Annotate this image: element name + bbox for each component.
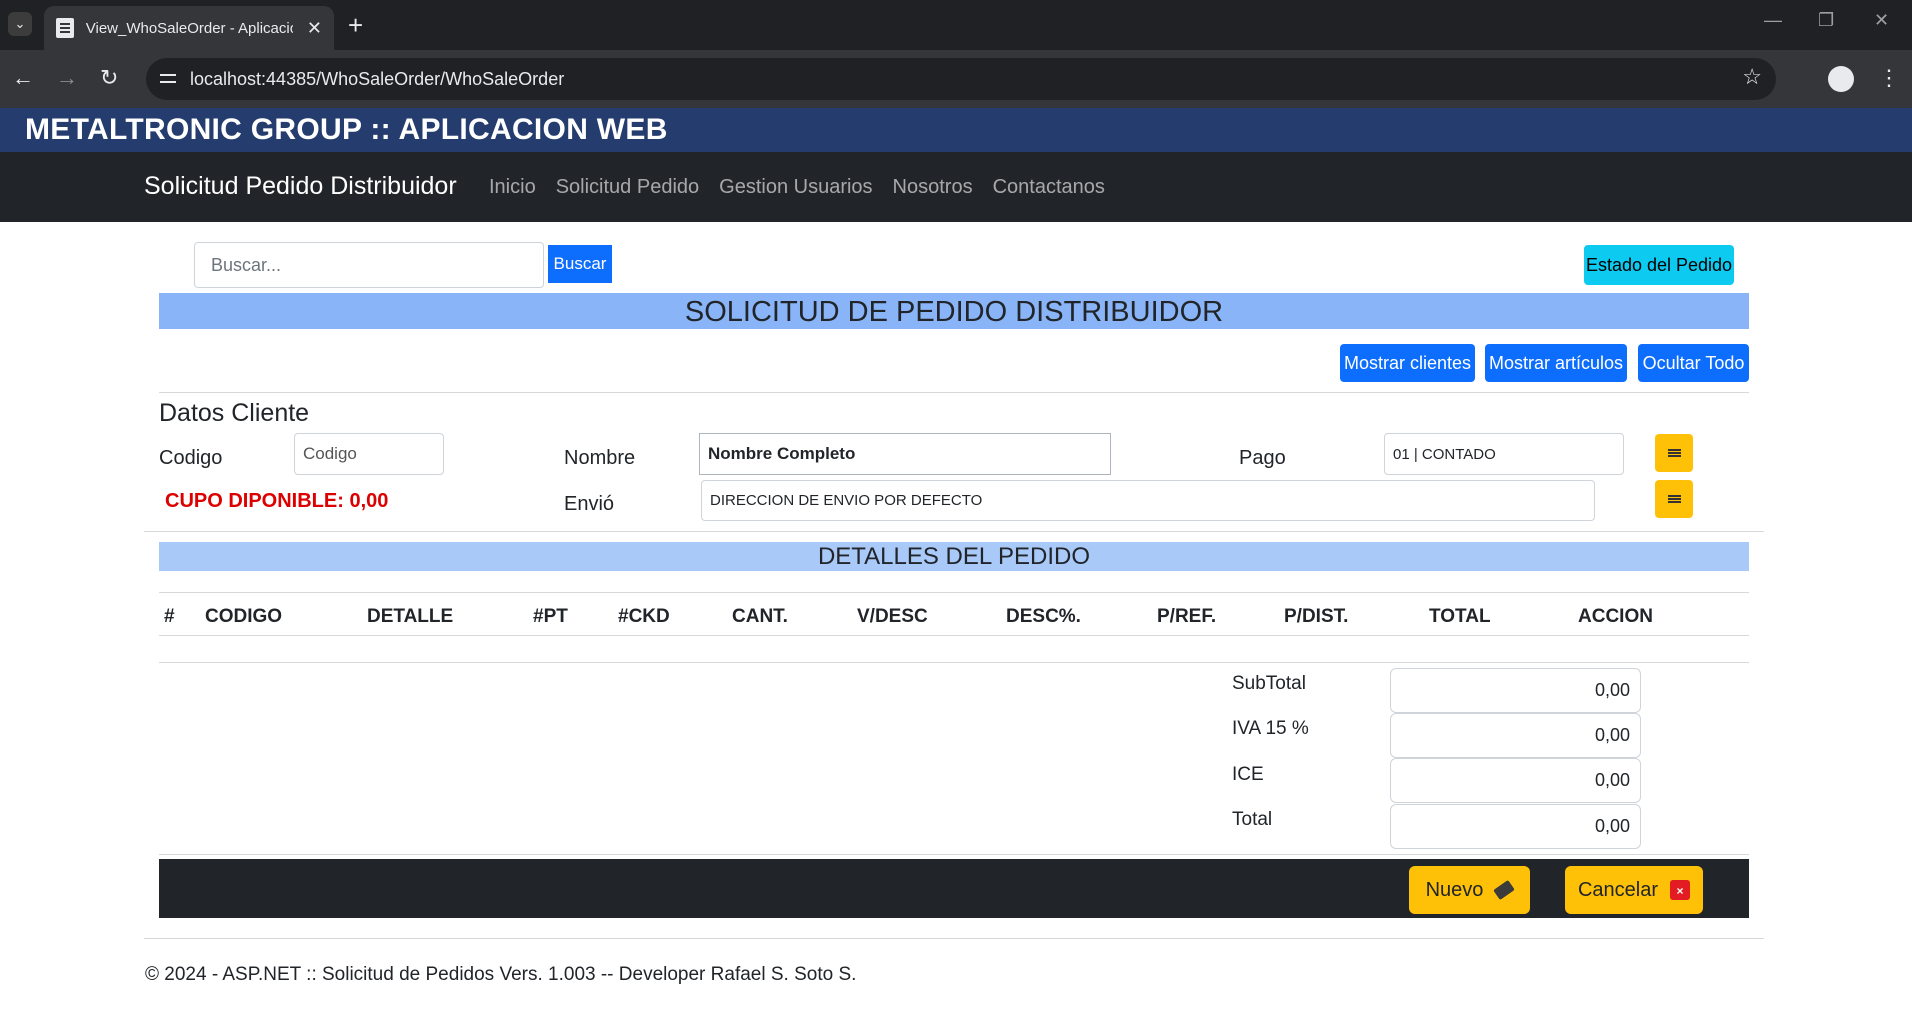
table-icon xyxy=(1667,448,1681,458)
brand-bar: METALTRONIC GROUP :: APLICACION WEB xyxy=(0,108,1912,152)
subtotal-label: SubTotal xyxy=(1232,673,1306,694)
iva-label: IVA 15 % xyxy=(1232,718,1309,739)
address-bar[interactable]: localhost:44385/WhoSaleOrder/WhoSaleOrde… xyxy=(146,58,1776,100)
hide-all-button[interactable]: Ocultar Todo xyxy=(1638,344,1749,382)
payment-label: Pago xyxy=(1239,447,1286,469)
nav-link-inicio[interactable]: Inicio xyxy=(489,176,536,199)
nav-link-nosotros[interactable]: Nosotros xyxy=(893,176,973,199)
payment-field[interactable] xyxy=(1384,433,1624,475)
arrow-right-icon[interactable]: → xyxy=(56,65,78,91)
account-icon[interactable] xyxy=(1828,66,1854,92)
name-label: Nombre xyxy=(564,447,636,469)
new-button[interactable]: Nuevo xyxy=(1409,866,1530,914)
column-header: # xyxy=(164,606,175,627)
subtotal-field[interactable] xyxy=(1390,668,1641,713)
column-header: CANT. xyxy=(732,606,788,627)
browser-toolbar: ← → ↻ localhost:44385/WhoSaleOrder/WhoSa… xyxy=(0,50,1912,108)
table-icon xyxy=(1667,494,1681,504)
nav-links: Inicio Solicitud Pedido Gestion Usuarios… xyxy=(489,176,1105,199)
total-label: Total xyxy=(1232,809,1273,830)
column-header: P/DIST. xyxy=(1284,606,1349,627)
tune-icon[interactable] xyxy=(158,69,180,89)
ice-label: ICE xyxy=(1232,764,1264,785)
document-icon xyxy=(56,18,74,38)
column-header: TOTAL xyxy=(1429,606,1491,627)
star-icon[interactable]: ☆ xyxy=(1742,64,1762,90)
close-icon[interactable]: ✕ xyxy=(307,18,322,39)
reload-icon[interactable]: ↻ xyxy=(100,65,118,91)
browser-tab[interactable]: View_WhoSaleOrder - Aplicacio ✕ xyxy=(44,6,334,50)
divider xyxy=(144,938,1764,939)
credit-available: CUPO DIPONIBLE: 0,00 xyxy=(165,490,389,512)
calendar-x-icon: × xyxy=(1670,880,1691,900)
details-title: DETALLES DEL PEDIDO xyxy=(159,542,1749,571)
chevron-down-icon[interactable]: ⌄ xyxy=(8,12,32,36)
nav-link-contactanos[interactable]: Contactanos xyxy=(993,176,1105,199)
more-vert-icon[interactable]: ⋮ xyxy=(1878,64,1900,92)
divider xyxy=(159,392,1749,393)
cancel-button-label: Cancelar xyxy=(1577,878,1659,901)
nav-link-solicitud-pedido[interactable]: Solicitud Pedido xyxy=(556,176,699,199)
column-header: DETALLE xyxy=(367,606,454,627)
restore-icon[interactable]: ❐ xyxy=(1818,10,1834,31)
arrow-left-icon[interactable]: ← xyxy=(12,65,34,91)
show-clients-button[interactable]: Mostrar clientes xyxy=(1340,344,1475,382)
table-bottom-border xyxy=(159,662,1749,663)
column-header: DESC%. xyxy=(1006,606,1081,627)
code-label: Codigo xyxy=(159,447,223,469)
footer-copyright: © 2024 - ASP.NET :: Solicitud de Pedidos… xyxy=(145,964,857,985)
name-field[interactable] xyxy=(699,433,1111,475)
shipping-label: Envió xyxy=(564,493,615,515)
browser-tab-strip: ⌄ View_WhoSaleOrder - Aplicacio ✕ + — ❐ … xyxy=(0,0,1912,50)
code-field[interactable] xyxy=(294,433,444,475)
cancel-button[interactable]: Cancelar × xyxy=(1565,866,1703,914)
column-header: ACCION xyxy=(1578,606,1653,627)
plus-icon[interactable]: + xyxy=(348,10,363,40)
new-button-label: Nuevo xyxy=(1425,878,1484,901)
divider xyxy=(159,854,1749,855)
tab-title: View_WhoSaleOrder - Aplicacio xyxy=(85,19,293,37)
column-header: #PT xyxy=(533,606,568,627)
column-header: #CKD xyxy=(618,606,670,627)
payment-picker-button[interactable] xyxy=(1655,434,1693,472)
table-top-border xyxy=(159,592,1749,593)
order-status-button[interactable]: Estado del Pedido xyxy=(1584,245,1734,285)
client-section-title: Datos Cliente xyxy=(159,399,310,427)
url-text[interactable]: localhost:44385/WhoSaleOrder/WhoSaleOrde… xyxy=(190,69,564,90)
iva-field[interactable] xyxy=(1390,713,1641,758)
main-navbar: Solicitud Pedido Distribuidor Inicio Sol… xyxy=(0,152,1912,222)
brand-title: METALTRONIC GROUP :: APLICACION WEB xyxy=(25,113,668,146)
column-header: P/REF. xyxy=(1157,606,1217,627)
minimize-icon[interactable]: — xyxy=(1764,10,1782,31)
table-header-border xyxy=(159,635,1749,636)
total-field[interactable] xyxy=(1390,804,1641,849)
ice-field[interactable] xyxy=(1390,758,1641,803)
divider xyxy=(144,531,1764,532)
shipping-picker-button[interactable] xyxy=(1655,480,1693,518)
show-articles-button[interactable]: Mostrar artículos xyxy=(1485,344,1627,382)
column-header: CODIGO xyxy=(205,606,283,627)
shipping-field[interactable] xyxy=(701,480,1595,521)
eraser-icon xyxy=(1493,879,1516,901)
column-header: V/DESC xyxy=(857,606,928,627)
nav-link-gestion-usuarios[interactable]: Gestion Usuarios xyxy=(719,176,872,199)
nav-brand[interactable]: Solicitud Pedido Distribuidor xyxy=(144,172,457,201)
search-input[interactable] xyxy=(194,242,544,288)
window-close-icon[interactable]: ✕ xyxy=(1874,10,1889,31)
search-button[interactable]: Buscar xyxy=(548,245,612,283)
page-title: SOLICITUD DE PEDIDO DISTRIBUIDOR xyxy=(159,293,1749,329)
